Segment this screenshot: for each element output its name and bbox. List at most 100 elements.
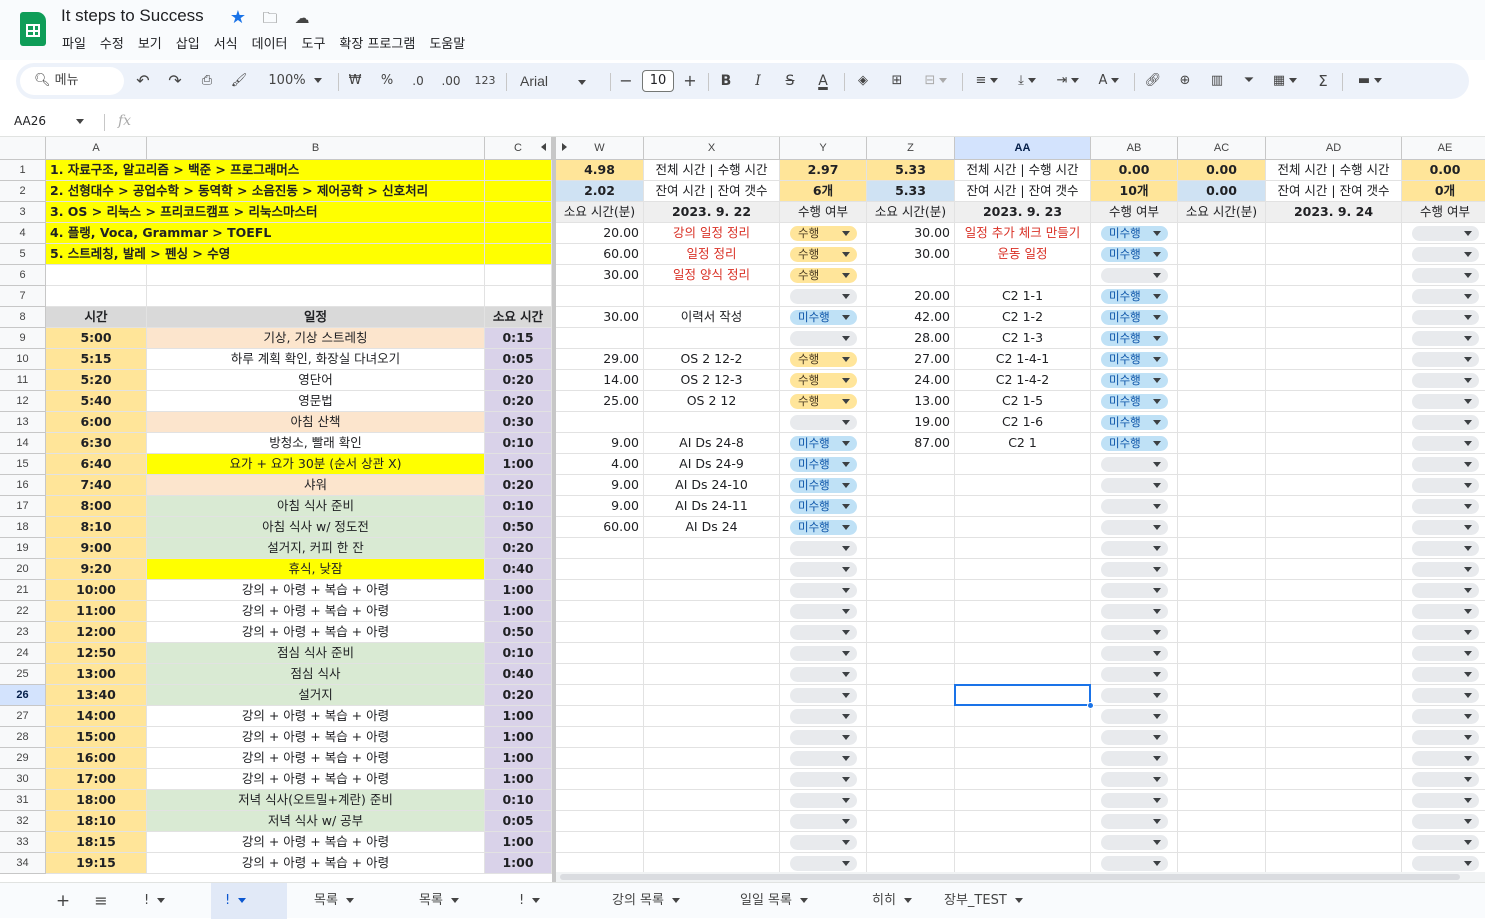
collapse-left-icon[interactable] (541, 143, 546, 151)
cell[interactable] (644, 769, 780, 790)
cell[interactable] (955, 496, 1091, 517)
cell[interactable]: AI Ds 24-11 (644, 496, 780, 517)
cell[interactable] (955, 454, 1091, 475)
cell[interactable]: 샤워 (147, 475, 485, 496)
cell[interactable]: 아침 식사 w/ 정도전 (147, 517, 485, 538)
increase-decimal-button[interactable]: .00 (438, 63, 464, 99)
cell[interactable]: C2 1 (955, 433, 1091, 454)
cell[interactable] (1178, 475, 1266, 496)
status-chip[interactable]: 미수행 (790, 310, 857, 325)
cell[interactable]: 2.97 (780, 160, 867, 181)
status-chip[interactable]: 수행 (790, 247, 857, 262)
status-dropdown-empty[interactable] (1412, 520, 1479, 535)
cell[interactable]: 16:00 (46, 748, 147, 769)
cell[interactable]: 일정 (147, 307, 485, 328)
cell[interactable] (556, 769, 644, 790)
cell[interactable] (556, 706, 644, 727)
menu-item[interactable]: 보기 (138, 33, 170, 52)
cell[interactable] (1266, 580, 1402, 601)
row-header[interactable]: 1 (0, 160, 46, 181)
cell[interactable] (644, 328, 780, 349)
status-chip[interactable]: 미수행 (1101, 415, 1168, 430)
status-dropdown-empty[interactable] (1412, 772, 1479, 787)
column-header[interactable]: W (556, 137, 644, 160)
cell[interactable]: 전체 시간 | 수행 시간 (644, 160, 780, 181)
cell[interactable] (1266, 622, 1402, 643)
decrease-font-size-icon[interactable]: − (616, 63, 636, 99)
bold-button[interactable]: B (716, 63, 736, 99)
cell[interactable]: C2 1-5 (955, 391, 1091, 412)
cell[interactable] (867, 706, 955, 727)
menu-item[interactable]: 서식 (214, 33, 246, 52)
cell[interactable]: 소요 시간 (485, 307, 552, 328)
cell[interactable] (147, 265, 485, 286)
status-dropdown-empty[interactable] (1412, 814, 1479, 829)
status-dropdown-empty[interactable] (1101, 688, 1168, 703)
cell[interactable]: 2.02 (556, 181, 644, 202)
status-dropdown-empty[interactable] (1412, 268, 1479, 283)
cell[interactable] (955, 832, 1091, 853)
row-header[interactable]: 30 (0, 769, 46, 790)
cell[interactable] (955, 265, 1091, 286)
cell[interactable] (867, 622, 955, 643)
cell[interactable]: 5:15 (46, 349, 147, 370)
cell[interactable] (1266, 559, 1402, 580)
cell[interactable]: 14:00 (46, 706, 147, 727)
cell[interactable] (556, 601, 644, 622)
cell[interactable]: 0개 (1402, 181, 1485, 202)
undo-icon[interactable]: ↶ (132, 63, 154, 99)
all-sheets-icon[interactable]: ≡ (90, 883, 112, 919)
selected-cell-outline[interactable] (954, 684, 1091, 706)
row-header[interactable]: 10 (0, 349, 46, 370)
status-chip[interactable]: 수행 (790, 352, 857, 367)
cell[interactable] (1266, 475, 1402, 496)
cell[interactable]: 20.00 (867, 286, 955, 307)
cell[interactable]: 1:00 (485, 853, 552, 874)
cell[interactable] (1178, 496, 1266, 517)
insert-chart-icon[interactable]: ▥ (1206, 63, 1228, 99)
status-chip[interactable]: 미수행 (1101, 373, 1168, 388)
input-tools-icon[interactable]: ▬ (1350, 63, 1390, 99)
row-header[interactable]: 25 (0, 664, 46, 685)
cell[interactable]: 1:00 (485, 727, 552, 748)
status-dropdown-empty[interactable] (790, 415, 857, 430)
row-header[interactable]: 19 (0, 538, 46, 559)
cell[interactable]: AI Ds 24-9 (644, 454, 780, 475)
status-dropdown-empty[interactable] (1412, 688, 1479, 703)
row-header[interactable]: 24 (0, 643, 46, 664)
status-dropdown-empty[interactable] (1101, 814, 1168, 829)
chevron-down-icon[interactable] (532, 898, 541, 903)
sheet-tab[interactable]: 일일 목록 (726, 883, 848, 919)
cell[interactable] (1266, 223, 1402, 244)
paint-format-icon[interactable]: 🖌︎ (228, 63, 250, 99)
status-dropdown-empty[interactable] (790, 709, 857, 724)
status-dropdown-empty[interactable] (1101, 835, 1168, 850)
row-header[interactable]: 20 (0, 559, 46, 580)
status-dropdown-empty[interactable] (1101, 772, 1168, 787)
cell[interactable]: 1:00 (485, 832, 552, 853)
status-dropdown-empty[interactable] (1412, 289, 1479, 304)
cell[interactable] (867, 538, 955, 559)
status-dropdown-empty[interactable] (790, 583, 857, 598)
status-chip[interactable]: 수행 (790, 226, 857, 241)
fill-handle[interactable] (1087, 702, 1094, 709)
cell[interactable]: 0:15 (485, 328, 552, 349)
status-dropdown-empty[interactable] (1412, 436, 1479, 451)
cell[interactable]: 13.00 (867, 391, 955, 412)
cell[interactable] (1266, 454, 1402, 475)
cell[interactable]: 0:10 (485, 790, 552, 811)
cell[interactable] (1178, 790, 1266, 811)
cell[interactable]: 아침 산책 (147, 412, 485, 433)
cell[interactable] (1266, 412, 1402, 433)
cell[interactable] (46, 286, 147, 307)
cell[interactable]: 강의 + 아령 + 복습 + 아령 (147, 706, 485, 727)
decrease-decimal-button[interactable]: .0 (406, 63, 430, 99)
cell[interactable]: 0:05 (485, 811, 552, 832)
font-select[interactable]: Arial (516, 63, 600, 99)
status-dropdown-empty[interactable] (790, 667, 857, 682)
document-title[interactable]: It steps to Success (61, 6, 204, 26)
cell[interactable] (485, 286, 552, 307)
status-dropdown-empty[interactable] (790, 793, 857, 808)
cell[interactable] (644, 559, 780, 580)
cell[interactable] (1178, 832, 1266, 853)
